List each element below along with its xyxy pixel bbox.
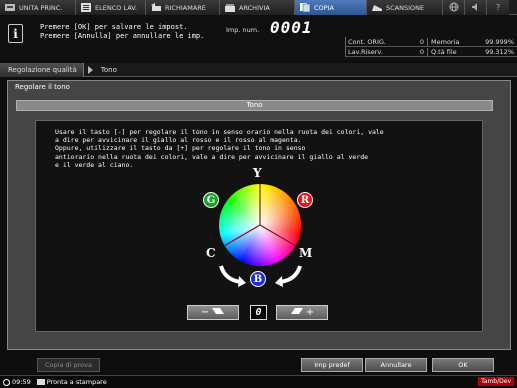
minus-label: − xyxy=(200,307,210,318)
help-button[interactable]: ? xyxy=(487,0,509,15)
tone-value-display: 0 xyxy=(250,305,267,320)
memoria-value: 99.999% xyxy=(485,37,514,46)
wheel-label-cyan: C xyxy=(206,246,216,260)
proof-copy-button[interactable]: Copia di prova xyxy=(37,358,100,372)
speaker-icon xyxy=(471,2,481,14)
section-title: Tono xyxy=(16,100,493,111)
wheel-divider-lines xyxy=(223,184,297,247)
breadcrumb: Regolazione qualità Tono xyxy=(0,62,517,77)
counterclockwise-arrow-icon xyxy=(219,265,246,287)
tone-plus-button[interactable]: + xyxy=(276,305,328,320)
panel-title: Regolare il tono xyxy=(15,83,70,91)
lav-riserv-value: 0 xyxy=(404,47,428,56)
tab-richiamare[interactable]: RICHIAMARE xyxy=(146,0,220,15)
tab-scansione[interactable]: SCANSIONE xyxy=(367,0,443,15)
lav-riserv-label: Lav.Riserv. xyxy=(348,47,383,56)
tab-label: ARCHIVIA xyxy=(239,3,270,12)
tab-archivia[interactable]: ARCHIVIA xyxy=(220,0,295,15)
tone-minus-button[interactable]: − xyxy=(187,305,239,320)
pointer-right-icon xyxy=(290,306,304,319)
status-text: Pronta a stampare xyxy=(46,378,107,386)
scan-icon xyxy=(371,3,383,12)
globe-icon xyxy=(449,2,459,14)
printer-icon xyxy=(36,379,45,385)
tab-unita-princ[interactable]: UNITA PRINC. xyxy=(0,0,76,15)
status-row: Lav.Riserv. 0 Q.tà file 99.312% xyxy=(346,47,517,57)
color-wheel xyxy=(219,184,301,266)
message-text: Premere [OK] per salvare le impost. Prem… xyxy=(40,23,204,41)
wheel-label-yellow: Y xyxy=(253,166,262,180)
tab-copia[interactable]: COPIA xyxy=(295,0,367,15)
wheel-badge-red: R xyxy=(297,192,313,208)
job-list-icon xyxy=(80,3,92,12)
volume-button[interactable] xyxy=(465,0,487,15)
message-line-1: Premere [OK] per salvare le impost. xyxy=(40,23,188,31)
copy-icon xyxy=(299,3,311,13)
clockwise-arrow-icon xyxy=(275,265,302,287)
status-bar: 09:59 Pronta a stampare xyxy=(0,375,517,388)
status-time: 09:59 xyxy=(12,378,31,386)
memoria-label: Memoria xyxy=(431,37,460,46)
tab-label: COPIA xyxy=(314,3,334,12)
breadcrumb-arrow-icon xyxy=(87,65,93,74)
clock-icon xyxy=(3,378,10,386)
cancel-button[interactable]: Annullare xyxy=(365,358,427,372)
cont-orig-value: 0 xyxy=(404,37,428,46)
tamb-dev-badge[interactable]: Tamb/Dev xyxy=(478,377,514,386)
plus-label: + xyxy=(305,307,315,318)
tab-elenco-lav[interactable]: ELENCO LAV. xyxy=(76,0,146,15)
default-settings-button[interactable]: Imp predef xyxy=(301,358,363,372)
pointer-left-icon xyxy=(211,306,225,319)
tab-label: ELENCO LAV. xyxy=(95,3,137,12)
instructions-text: Usare il tasto [-] per regolare il tono … xyxy=(55,128,384,169)
wheel-badge-blue: B xyxy=(250,271,266,287)
status-row: Cont. ORIG. 0 Memoria 99.999% xyxy=(346,37,517,47)
impression-number-value: 0001 xyxy=(270,18,313,37)
tab-label: UNITA PRINC. xyxy=(19,3,63,12)
qta-file-label: Q.tà file xyxy=(431,47,457,56)
recall-icon xyxy=(150,3,162,12)
qta-file-value: 99.312% xyxy=(485,47,514,56)
ok-button[interactable]: OK xyxy=(432,358,494,372)
breadcrumb-parent[interactable]: Regolazione qualità xyxy=(0,62,84,77)
machine-icon xyxy=(4,3,16,12)
wheel-badge-green: G xyxy=(203,192,219,208)
info-icon: i xyxy=(8,24,23,43)
status-grid: Cont. ORIG. 0 Memoria 99.999% Lav.Riserv… xyxy=(345,37,517,57)
tab-label: SCANSIONE xyxy=(386,3,425,12)
tab-label: RICHIAMARE xyxy=(165,3,206,12)
message-line-2: Premere [Annulla] per annullare le imp. xyxy=(40,32,205,40)
help-icon: ? xyxy=(495,3,501,12)
breadcrumb-current: Tono xyxy=(100,65,117,74)
wheel-label-magenta: M xyxy=(299,246,313,260)
impression-number-label: Imp. num. xyxy=(226,26,260,34)
cont-orig-label: Cont. ORIG. xyxy=(348,37,386,46)
archive-icon xyxy=(224,3,236,12)
globe-button[interactable] xyxy=(443,0,465,15)
top-tab-bar: UNITA PRINC. ELENCO LAV. RICHIAMARE ARCH… xyxy=(0,0,517,15)
